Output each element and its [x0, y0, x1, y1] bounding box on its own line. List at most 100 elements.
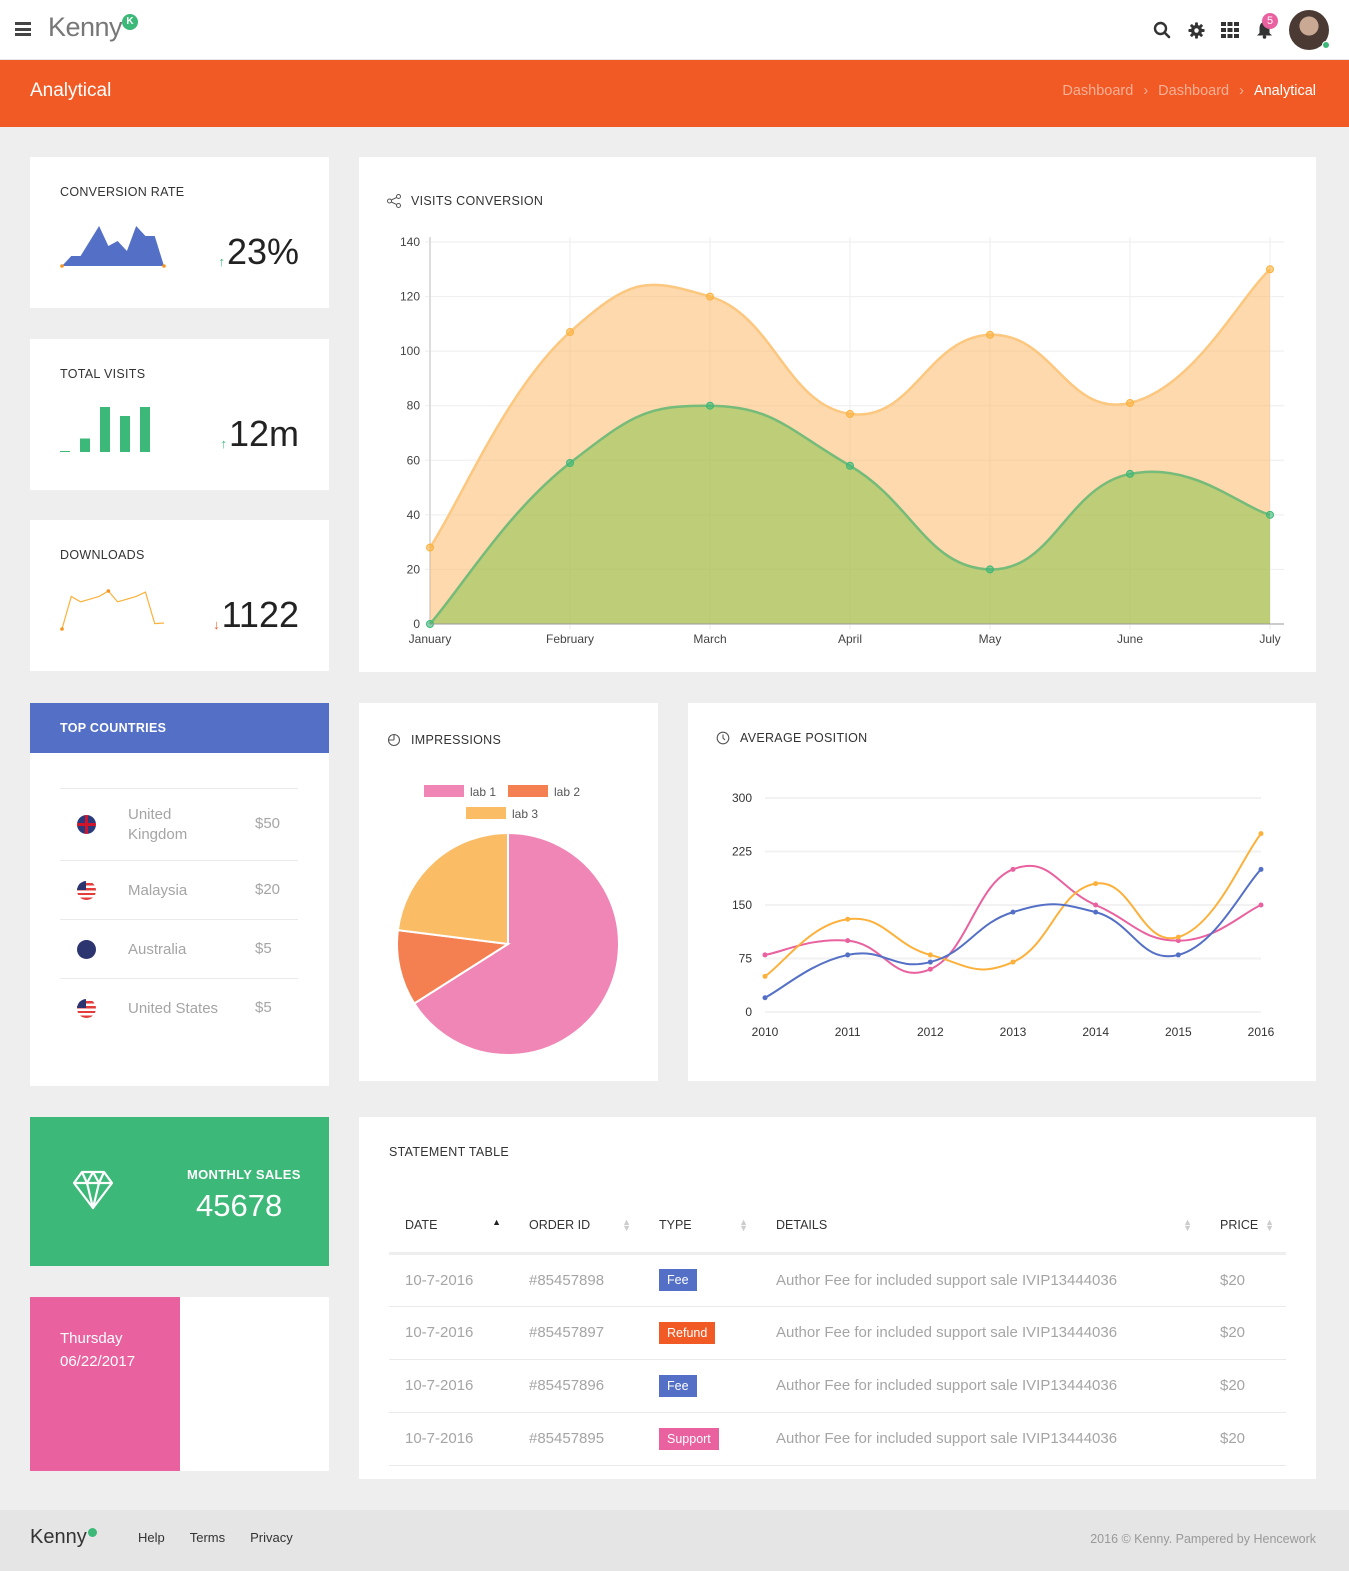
data-point — [845, 952, 851, 958]
cell-details: Author Fee for included support sale IVI… — [760, 1412, 1204, 1466]
sort-icon[interactable]: ▲ ▼ — [739, 1218, 748, 1233]
cell-order-id: #85457898 — [513, 1253, 643, 1307]
breadcrumb-current: Analytical — [1253, 83, 1316, 99]
date-panel: Thursday 06/22/2017 — [30, 1297, 180, 1471]
sort-asc-icon[interactable]: ▲ — [492, 1218, 501, 1227]
visits-conversion-card: VISITS CONVERSION 0 20 40 60 80 100 120 140 Janu… — [359, 157, 1316, 672]
bell-icon[interactable]: 5 — [1247, 13, 1281, 45]
data-point — [1010, 866, 1016, 872]
type-badge: Refund — [659, 1321, 716, 1344]
y-tick-label: 0 — [745, 1005, 752, 1019]
weekday: Thursday — [60, 1330, 123, 1347]
total-visits-card: TOTAL VISITS ↑12m — [30, 339, 329, 490]
statement-table-card: STATEMENT TABLE DATE ▲ ORDER ID ▲ ▼ TYPE ▲ ▼ … — [359, 1117, 1316, 1479]
country-list-item[interactable]: United Kingdom $50 — [60, 788, 298, 860]
data-point — [846, 461, 854, 470]
date-card: Thursday 06/22/2017 — [30, 1297, 329, 1471]
cell-order-id: #85457896 — [513, 1359, 643, 1413]
data-point — [1010, 909, 1016, 915]
legend-swatch — [466, 807, 506, 819]
country-list-item[interactable]: Australia $5 — [60, 919, 298, 978]
x-tick-label: 2016 — [1248, 1025, 1275, 1039]
data-point — [1266, 265, 1274, 274]
column-label: PRICE — [1220, 1218, 1259, 1233]
malaysia-flag-icon — [77, 880, 96, 900]
column-label: DETAILS — [776, 1218, 828, 1233]
country-list-item[interactable]: Malaysia $20 — [60, 860, 298, 919]
sparkline-bar — [100, 407, 110, 452]
x-tick-label: 2011 — [835, 1025, 861, 1039]
country-name: Australia — [128, 940, 187, 958]
page-title: Analytical — [30, 80, 112, 101]
y-tick-label: 150 — [732, 898, 752, 912]
y-tick-label: 100 — [400, 344, 420, 358]
gear-icon[interactable] — [1179, 15, 1213, 45]
footer-logo[interactable]: Kenny — [30, 1526, 87, 1549]
column-header-date[interactable]: DATE ▲ — [389, 1199, 513, 1255]
cell-details: Author Fee for included support sale IVI… — [760, 1253, 1204, 1307]
footer-link-privacy[interactable]: Privacy — [250, 1530, 293, 1545]
column-label: TYPE — [659, 1218, 692, 1233]
sparkline-bar — [80, 438, 90, 452]
x-tick-label: April — [838, 632, 862, 646]
cell-order-id: #85457897 — [513, 1306, 643, 1360]
table-row[interactable]: 10-7-2016 #85457898 Fee Author Fee for incl… — [389, 1253, 1286, 1307]
notification-count-badge: 5 — [1262, 13, 1278, 29]
column-header-order-id[interactable]: ORDER ID ▲ ▼ — [513, 1199, 643, 1255]
conversion-rate-value: ↑23% — [218, 231, 299, 273]
legend-swatch — [508, 785, 548, 797]
visits-bar-sparkline — [60, 407, 150, 452]
pie-chart-icon — [387, 733, 401, 747]
table-row[interactable]: 10-7-2016 #85457896 Fee Author Fee for incl… — [389, 1359, 1286, 1413]
brand-logo[interactable]: Kenny — [48, 12, 123, 43]
card-title: AVERAGE POSITION — [740, 731, 868, 745]
breadcrumb-separator-icon: › — [1143, 83, 1149, 99]
legend-label: lab 2 — [554, 785, 580, 799]
country-price: $5 — [255, 998, 272, 1016]
card-title: STATEMENT TABLE — [389, 1145, 510, 1159]
country-price: $50 — [255, 815, 281, 832]
breadcrumb-item[interactable]: Dashboard — [1158, 83, 1229, 99]
breadcrumb-item[interactable]: Dashboard — [1062, 83, 1133, 99]
sort-icon[interactable]: ▲ ▼ — [622, 1218, 631, 1233]
diamond-icon — [72, 1170, 114, 1210]
column-header-type[interactable]: TYPE ▲ ▼ — [643, 1199, 760, 1255]
footer: Kenny Help Terms Privacy 2016 © Kenny. P… — [0, 1510, 1349, 1571]
table-row[interactable]: 10-7-2016 #85457897 Refund Author Fee for i… — [389, 1306, 1286, 1360]
table-row[interactable]: 10-7-2016 #85457895 Support Author Fee for … — [389, 1412, 1286, 1466]
country-list-item[interactable]: United States $5 — [60, 978, 298, 1037]
avatar[interactable] — [1289, 10, 1330, 50]
column-label: DATE — [405, 1218, 438, 1233]
cell-type: Fee — [643, 1359, 760, 1413]
pie-slice — [396, 831, 509, 946]
footer-link-terms[interactable]: Terms — [190, 1530, 225, 1545]
menu-icon[interactable] — [15, 22, 31, 36]
visits-conversion-chart: 0 20 40 60 80 100 120 140 January February March Ap… — [400, 235, 1284, 646]
x-tick-label: July — [1259, 632, 1280, 646]
date: 06/22/2017 — [60, 1353, 136, 1370]
card-title: VISITS CONVERSION — [411, 194, 544, 208]
apps-grid-icon[interactable] — [1213, 15, 1247, 45]
country-price: $5 — [255, 939, 272, 957]
sort-icon[interactable]: ▲ ▼ — [1183, 1218, 1192, 1233]
column-header-price[interactable]: PRICE ▲ ▼ — [1204, 1199, 1286, 1255]
legend-label: lab 3 — [512, 807, 538, 821]
table-header-row: DATE ▲ ORDER ID ▲ ▼ TYPE ▲ ▼ DETAILS ▲ ▼ PRICE ▲… — [389, 1199, 1286, 1255]
sort-icon[interactable]: ▲ ▼ — [1265, 1218, 1274, 1233]
footer-link-help[interactable]: Help — [138, 1530, 165, 1545]
trend-up-icon: ↑ — [218, 254, 225, 269]
cell-type: Fee — [643, 1253, 760, 1307]
data-point — [927, 952, 933, 958]
impressions-card: IMPRESSIONS lab 1 lab 2 lab 3 — [359, 703, 658, 1081]
stat-number: 23% — [226, 231, 299, 272]
card-title: DOWNLOADS — [60, 548, 145, 562]
breadcrumb-separator-icon: › — [1239, 83, 1244, 99]
country-price: $20 — [255, 880, 281, 898]
cell-order-id: #85457895 — [513, 1412, 643, 1466]
data-point — [706, 292, 714, 301]
column-header-details[interactable]: DETAILS ▲ ▼ — [760, 1199, 1204, 1255]
search-icon[interactable] — [1145, 15, 1179, 45]
sparkline-point — [60, 627, 64, 631]
y-tick-label: 225 — [732, 845, 752, 859]
downloads-sparkline — [60, 589, 165, 631]
